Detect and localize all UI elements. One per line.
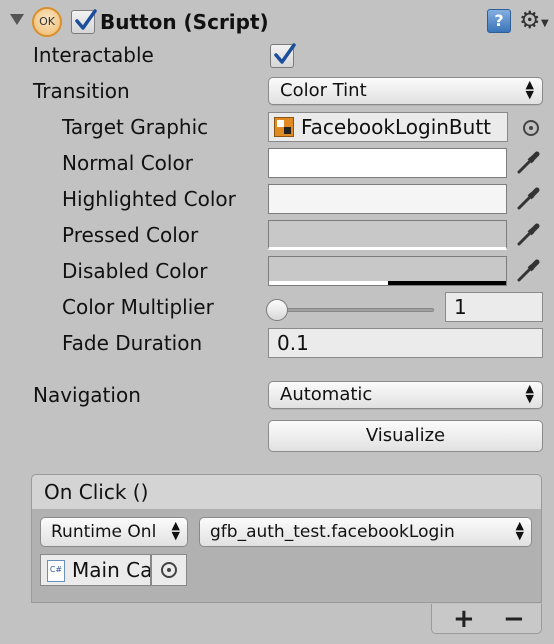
checkmark-icon	[75, 9, 97, 30]
csharp-script-icon: C#	[47, 560, 65, 582]
gear-icon[interactable]: ⚙	[519, 6, 541, 34]
target-object-field[interactable]: C# Main Ca	[40, 554, 151, 586]
interactable-checkbox[interactable]	[270, 43, 296, 68]
target-object-value: Main Ca	[72, 558, 151, 582]
on-click-header: On Click ()	[31, 474, 542, 510]
target-graphic-label: Target Graphic	[62, 115, 209, 139]
runtime-option-dropdown[interactable]: Runtime Onl ▲ ▼	[40, 517, 188, 547]
component-enabled-checkbox[interactable]	[71, 9, 97, 34]
transition-dropdown[interactable]: Color Tint ▲ ▼	[268, 77, 543, 105]
target-graphic-value: FacebookLoginButt	[301, 115, 492, 139]
alpha-bar	[387, 281, 506, 285]
checkmark-icon	[274, 43, 296, 64]
normal-color-swatch[interactable]	[268, 148, 507, 178]
visualize-button[interactable]: Visualize	[268, 420, 543, 452]
disabled-color-label: Disabled Color	[62, 259, 208, 283]
dropdown-arrows-icon: ▲ ▼	[525, 382, 534, 405]
alpha-bar-remaining	[269, 281, 388, 285]
eyedropper-icon[interactable]	[515, 258, 541, 284]
function-value: gfb_auth_test.facebookLogin	[210, 522, 455, 542]
navigation-dropdown[interactable]: Automatic ▲ ▼	[268, 381, 543, 409]
transition-value: Color Tint	[280, 80, 367, 101]
highlighted-color-label: Highlighted Color	[62, 187, 236, 211]
color-multiplier-label: Color Multiplier	[62, 295, 214, 319]
highlighted-color-swatch[interactable]	[268, 184, 507, 214]
dropdown-arrows-icon: ▲ ▼	[525, 78, 534, 101]
target-graphic-field[interactable]: FacebookLoginButt	[268, 112, 508, 142]
remove-event-button[interactable]: −	[503, 606, 525, 632]
help-icon[interactable]: ?	[487, 9, 511, 33]
function-dropdown[interactable]: gfb_auth_test.facebookLogin ▲ ▼	[199, 517, 532, 547]
color-multiplier-input[interactable]: 1	[445, 292, 543, 322]
color-multiplier-slider-track[interactable]	[268, 308, 434, 312]
interactable-label: Interactable	[33, 43, 154, 67]
navigation-label: Navigation	[33, 383, 141, 407]
dropdown-arrows-icon: ▲ ▼	[171, 519, 180, 542]
add-event-button[interactable]: +	[453, 606, 475, 632]
list-footer	[431, 604, 542, 634]
component-title: Button (Script)	[100, 10, 269, 34]
gear-dropdown-caret-icon[interactable]: ▼	[541, 18, 549, 29]
navigation-value: Automatic	[280, 384, 373, 405]
target-object-picker[interactable]	[151, 554, 187, 586]
component-ok-icon: OK	[32, 7, 62, 37]
runtime-option-value: Runtime Onl	[51, 522, 157, 542]
color-multiplier-slider-thumb[interactable]	[266, 299, 288, 321]
fade-duration-label: Fade Duration	[62, 331, 203, 355]
image-component-icon	[274, 117, 294, 137]
disabled-color-swatch[interactable]	[268, 256, 507, 286]
object-picker-icon	[161, 562, 177, 578]
foldout-arrow-icon[interactable]	[10, 14, 24, 25]
eyedropper-icon[interactable]	[515, 150, 541, 176]
eyedropper-icon[interactable]	[515, 186, 541, 212]
pressed-color-label: Pressed Color	[62, 223, 199, 247]
fade-duration-input[interactable]: 0.1	[268, 328, 543, 358]
pressed-color-swatch[interactable]	[268, 220, 507, 250]
eyedropper-icon[interactable]	[515, 222, 541, 248]
object-picker-icon[interactable]	[523, 120, 539, 136]
dropdown-arrows-icon: ▲ ▼	[515, 519, 524, 542]
transition-label: Transition	[33, 79, 130, 103]
normal-color-label: Normal Color	[62, 151, 193, 175]
